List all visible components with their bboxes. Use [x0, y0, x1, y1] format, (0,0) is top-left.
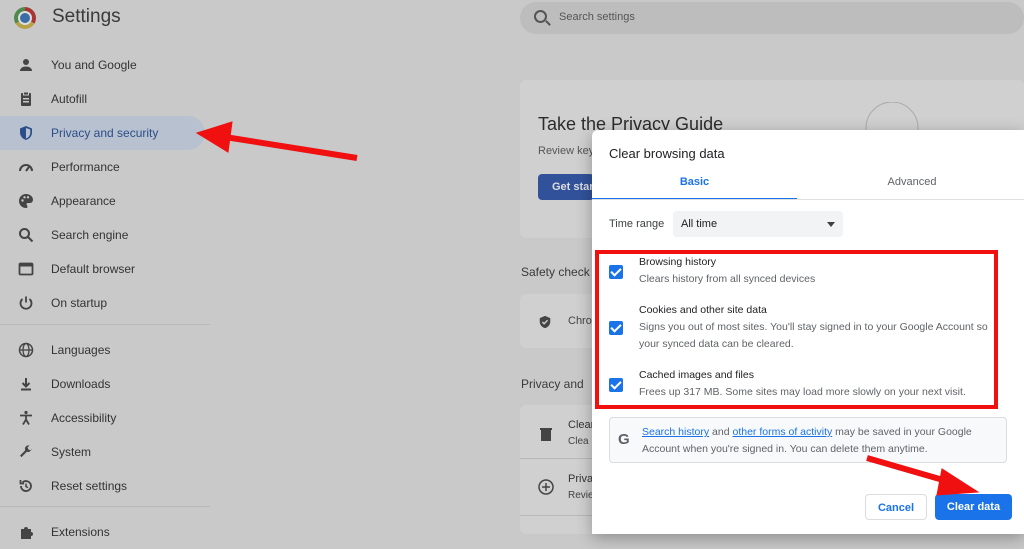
annotation-arrow-clear	[866, 455, 951, 485]
annotation-arrows	[195, 121, 980, 496]
annotation-arrowhead	[195, 121, 233, 153]
annotation-arrow-sidebar	[224, 134, 358, 161]
annotation-arrowhead	[936, 468, 980, 496]
